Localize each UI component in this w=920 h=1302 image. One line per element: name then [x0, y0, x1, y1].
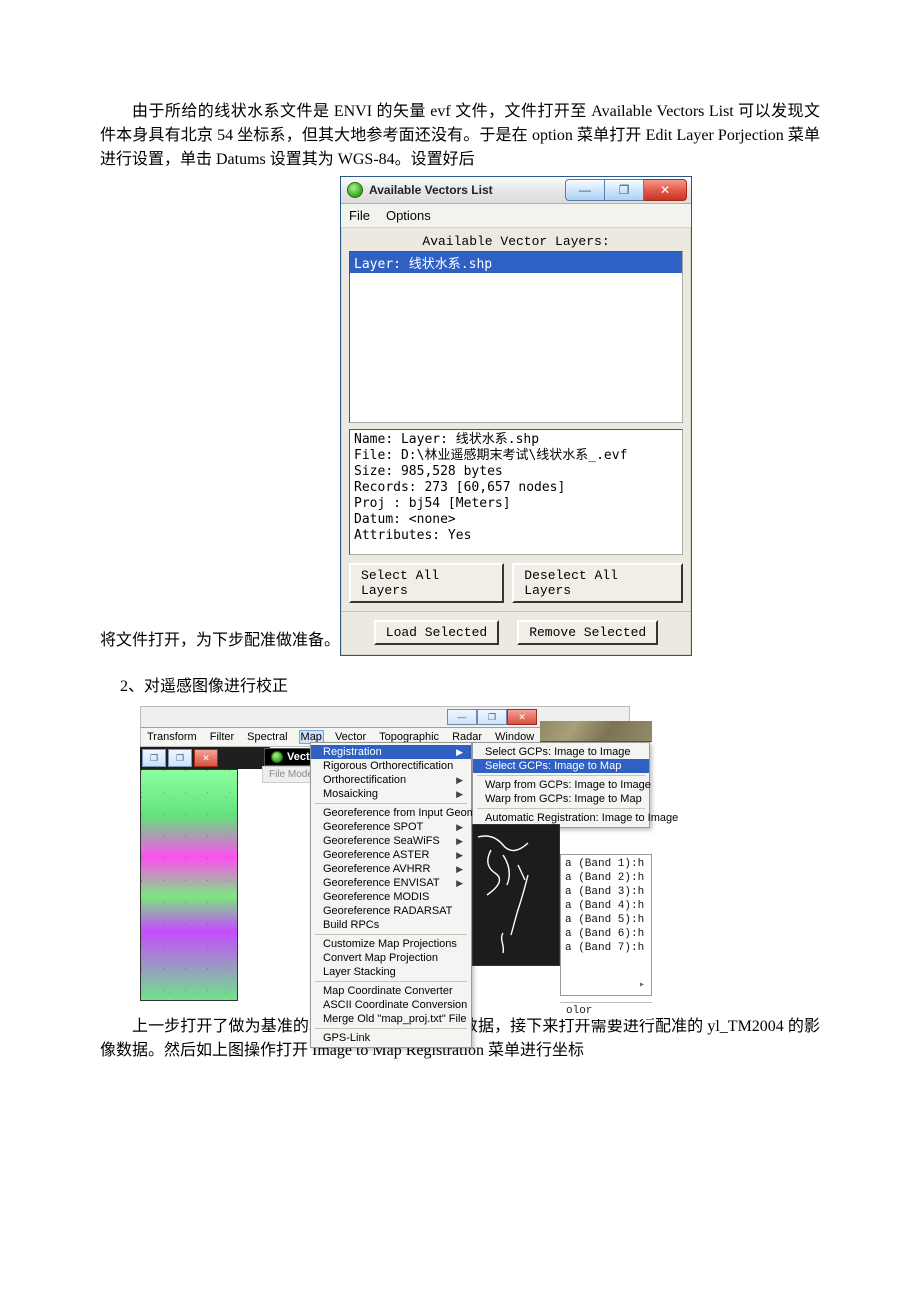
olor-label: olor [560, 1002, 652, 1019]
map-submenu: Registration▶Rigorous Orthorectification… [310, 742, 472, 1048]
remove-selected-button[interactable]: Remove Selected [517, 620, 658, 645]
menu-row[interactable]: Mosaicking▶ [311, 787, 471, 801]
menu-file[interactable]: File [349, 208, 370, 223]
registration-submenu: Select GCPs: Image to ImageSelect GCPs: … [472, 742, 650, 828]
band-item[interactable]: a (Band 6):h [565, 927, 645, 941]
paragraph-tail: 将文件打开，为下步配准做准备。 [100, 626, 340, 650]
fig-maximize-icon[interactable]: ❐ [477, 709, 507, 725]
envi-dot-icon [271, 751, 283, 763]
dialog-menubar: File Options [341, 204, 691, 228]
menu-row[interactable]: Georeference SeaWiFS▶ [311, 834, 471, 848]
menu-row[interactable]: Convert Map Projection [311, 951, 471, 965]
band-item[interactable]: a (Band 1):h [565, 857, 645, 871]
band-item[interactable]: a (Band 4):h [565, 899, 645, 913]
menu-row[interactable]: Customize Map Projections [311, 937, 471, 951]
band-item[interactable]: a (Band 5):h [565, 913, 645, 927]
envi-menu-figure: — ❐ ✕ TransformFilterSpectralMapVectorTo… [140, 706, 630, 1001]
maximize-button[interactable]: ❐ [605, 179, 644, 201]
minimize-button[interactable]: — [565, 179, 605, 201]
menu-row[interactable]: Georeference ENVISAT▶ [311, 876, 471, 890]
layers-heading: Available Vector Layers: [349, 234, 683, 249]
menu-row[interactable]: Georeference from Input Geometry▶ [311, 806, 471, 820]
deselect-all-layers-button[interactable]: Deselect All Layers [512, 563, 683, 603]
submenu-row[interactable]: Warp from GCPs: Image to Map [473, 792, 649, 806]
menu-row[interactable]: Georeference ASTER▶ [311, 848, 471, 862]
menu-row[interactable]: Build RPCs [311, 918, 471, 932]
submenu-row[interactable]: Select GCPs: Image to Image [473, 745, 649, 759]
band-item[interactable]: a (Band 7):h [565, 941, 645, 955]
menu-row[interactable]: Rigorous Orthorectification [311, 759, 471, 773]
menu-row[interactable]: Map Coordinate Converter [311, 984, 471, 998]
menu-row[interactable]: Georeference AVHRR▶ [311, 862, 471, 876]
band-list[interactable]: a (Band 1):ha (Band 2):ha (Band 3):ha (B… [560, 854, 652, 996]
load-selected-button[interactable]: Load Selected [374, 620, 499, 645]
menu-row[interactable]: Merge Old "map_proj.txt" File [311, 1012, 471, 1026]
menu-item-spectral[interactable]: Spectral [245, 730, 289, 744]
fig-minimize-icon[interactable]: — [447, 709, 477, 725]
menu-row[interactable]: Layer Stacking [311, 965, 471, 979]
submenu-row[interactable]: Automatic Registration: Image to Image [473, 811, 649, 825]
scroll-thumbnail[interactable] [140, 769, 238, 1001]
menu-options[interactable]: Options [386, 208, 431, 223]
layer-info: Name: Layer: 线状水系.shp File: D:\林业遥感期末考试\… [349, 429, 683, 555]
satellite-strip [540, 721, 652, 742]
restore-icon[interactable]: ❐ [142, 749, 166, 767]
close-button[interactable]: ✕ [644, 179, 687, 201]
menu-row[interactable]: Georeference RADARSAT [311, 904, 471, 918]
band-item[interactable]: a (Band 2):h [565, 871, 645, 885]
mini-close-icon[interactable]: ✕ [194, 749, 218, 767]
menu-row[interactable]: ASCII Coordinate Conversion [311, 998, 471, 1012]
dialog-title: Available Vectors List [369, 183, 493, 197]
layers-listbox[interactable]: Layer: 线状水系.shp [349, 251, 683, 423]
paragraph-1: 由于所给的线状水系文件是 ENVI 的矢量 evf 文件，文件打开至 Avail… [100, 100, 820, 172]
band-item[interactable]: a (Band 3):h [565, 885, 645, 899]
menu-item-filter[interactable]: Filter [208, 730, 236, 744]
section-heading: 2、对遥感图像进行校正 [120, 672, 820, 696]
submenu-row[interactable]: Warp from GCPs: Image to Image [473, 778, 649, 792]
available-vectors-dialog: Available Vectors List — ❐ ✕ File Option… [340, 176, 692, 656]
select-all-layers-button[interactable]: Select All Layers [349, 563, 504, 603]
envi-icon [347, 182, 363, 198]
submenu-row[interactable]: Select GCPs: Image to Map [473, 759, 649, 773]
layer-item-selected[interactable]: Layer: 线状水系.shp [350, 252, 682, 273]
menu-row[interactable]: GPS-Link [311, 1031, 471, 1045]
fig-close-icon[interactable]: ✕ [507, 709, 537, 725]
dialog-titlebar[interactable]: Available Vectors List — ❐ ✕ [341, 177, 691, 204]
menu-item-transform[interactable]: Transform [145, 730, 199, 744]
restore2-icon[interactable]: ❐ [168, 749, 192, 767]
menu-row[interactable]: Registration▶ [311, 745, 471, 759]
menu-row[interactable]: Orthorectification▶ [311, 773, 471, 787]
menu-row[interactable]: Georeference MODIS [311, 890, 471, 904]
vector-preview [472, 824, 560, 966]
menu-row[interactable]: Georeference SPOT▶ [311, 820, 471, 834]
